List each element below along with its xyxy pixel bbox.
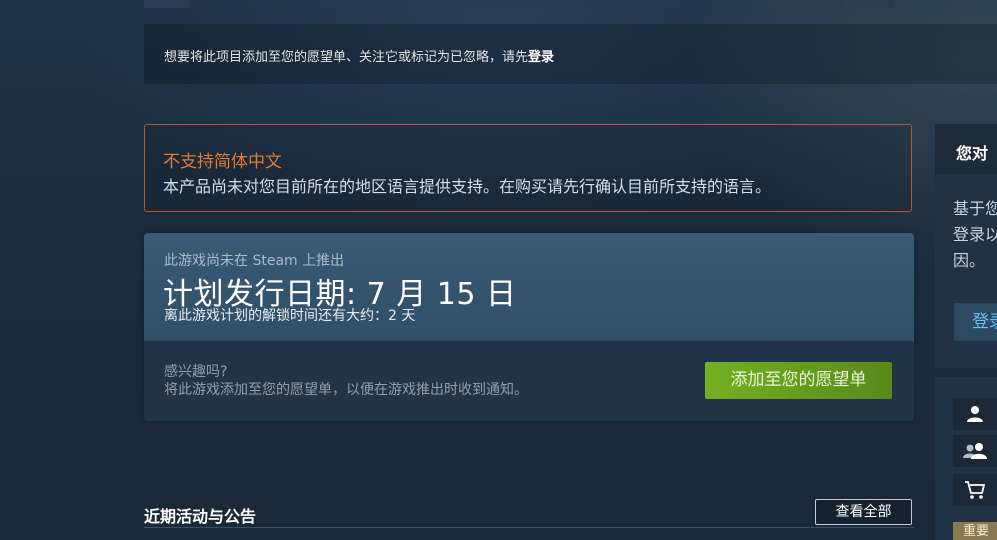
login-link[interactable]: 登录 — [528, 50, 554, 65]
friends-icon — [963, 443, 987, 459]
sidebar-description-line: 登录以 — [953, 225, 997, 244]
interested-question: 感兴趣吗? — [164, 364, 228, 380]
user-icon — [967, 406, 983, 422]
release-info-panel: 此游戏尚未在 Steam 上推出 计划发行日期: 7 月 15 日 离此游戏计划… — [144, 233, 914, 421]
unlock-countdown: 离此游戏计划的解锁时间还有大约：2 天 — [164, 308, 416, 324]
sidebar-friends-row[interactable] — [953, 435, 997, 467]
top-button-right-b[interactable] — [848, 0, 894, 8]
top-button-left[interactable] — [144, 0, 190, 8]
top-strip — [0, 0, 997, 22]
add-to-wishlist-button[interactable]: 添加至您的愿望单 — [705, 362, 892, 399]
top-button-right-a[interactable] — [770, 0, 842, 8]
sidebar-login-button[interactable]: 登录 — [954, 303, 997, 341]
language-notice-title: 不支持简体中文 — [163, 152, 282, 172]
sidebar-cart-row[interactable] — [953, 474, 997, 506]
sidebar-description: 基于您 登录以 因。 — [953, 196, 997, 274]
news-divider — [144, 527, 914, 528]
release-header: 此游戏尚未在 Steam 上推出 计划发行日期: 7 月 15 日 离此游戏计划… — [144, 233, 914, 341]
sidebar-relevance-panel: 您对 基于您 登录以 因。 登录 — [935, 124, 997, 368]
sidebar-header-text: 您对 — [956, 144, 989, 163]
sidebar-header: 您对 — [935, 124, 997, 174]
login-prompt-bar: 想要将此项目添加至您的愿望单、关注它或标记为已忽略，请先登录 — [144, 24, 997, 84]
sidebar-important-tag: 重要 — [953, 522, 997, 540]
language-support-notice: 不支持简体中文 本产品尚未对您目前所在的地区语言提供支持。在购买请先行确认目前所… — [144, 124, 912, 212]
language-notice-description: 本产品尚未对您目前所在的地区语言提供支持。在购买请先行确认目前所支持的语言。 — [163, 177, 772, 196]
login-prompt-message: 想要将此项目添加至您的愿望单、关注它或标记为已忽略，请先 — [164, 50, 529, 65]
view-all-button[interactable]: 查看全部 — [815, 499, 912, 525]
login-prompt-text: 想要将此项目添加至您的愿望单、关注它或标记为已忽略，请先登录 — [164, 46, 554, 65]
sidebar-actions-panel: 重要 — [935, 377, 997, 540]
not-released-label: 此游戏尚未在 Steam 上推出 — [164, 253, 345, 269]
wishlist-section: 感兴趣吗? 将此游戏添加至您的愿望单，以便在游戏推出时收到通知。 添加至您的愿望… — [144, 341, 914, 421]
cart-icon — [965, 481, 986, 499]
sidebar-description-line: 基于您 — [953, 199, 997, 218]
sidebar-user-row[interactable] — [953, 398, 997, 430]
sidebar-description-line: 因。 — [953, 251, 986, 270]
news-section-title: 近期活动与公告 — [144, 507, 257, 526]
wishlist-hint: 将此游戏添加至您的愿望单，以便在游戏推出时收到通知。 — [164, 382, 528, 398]
